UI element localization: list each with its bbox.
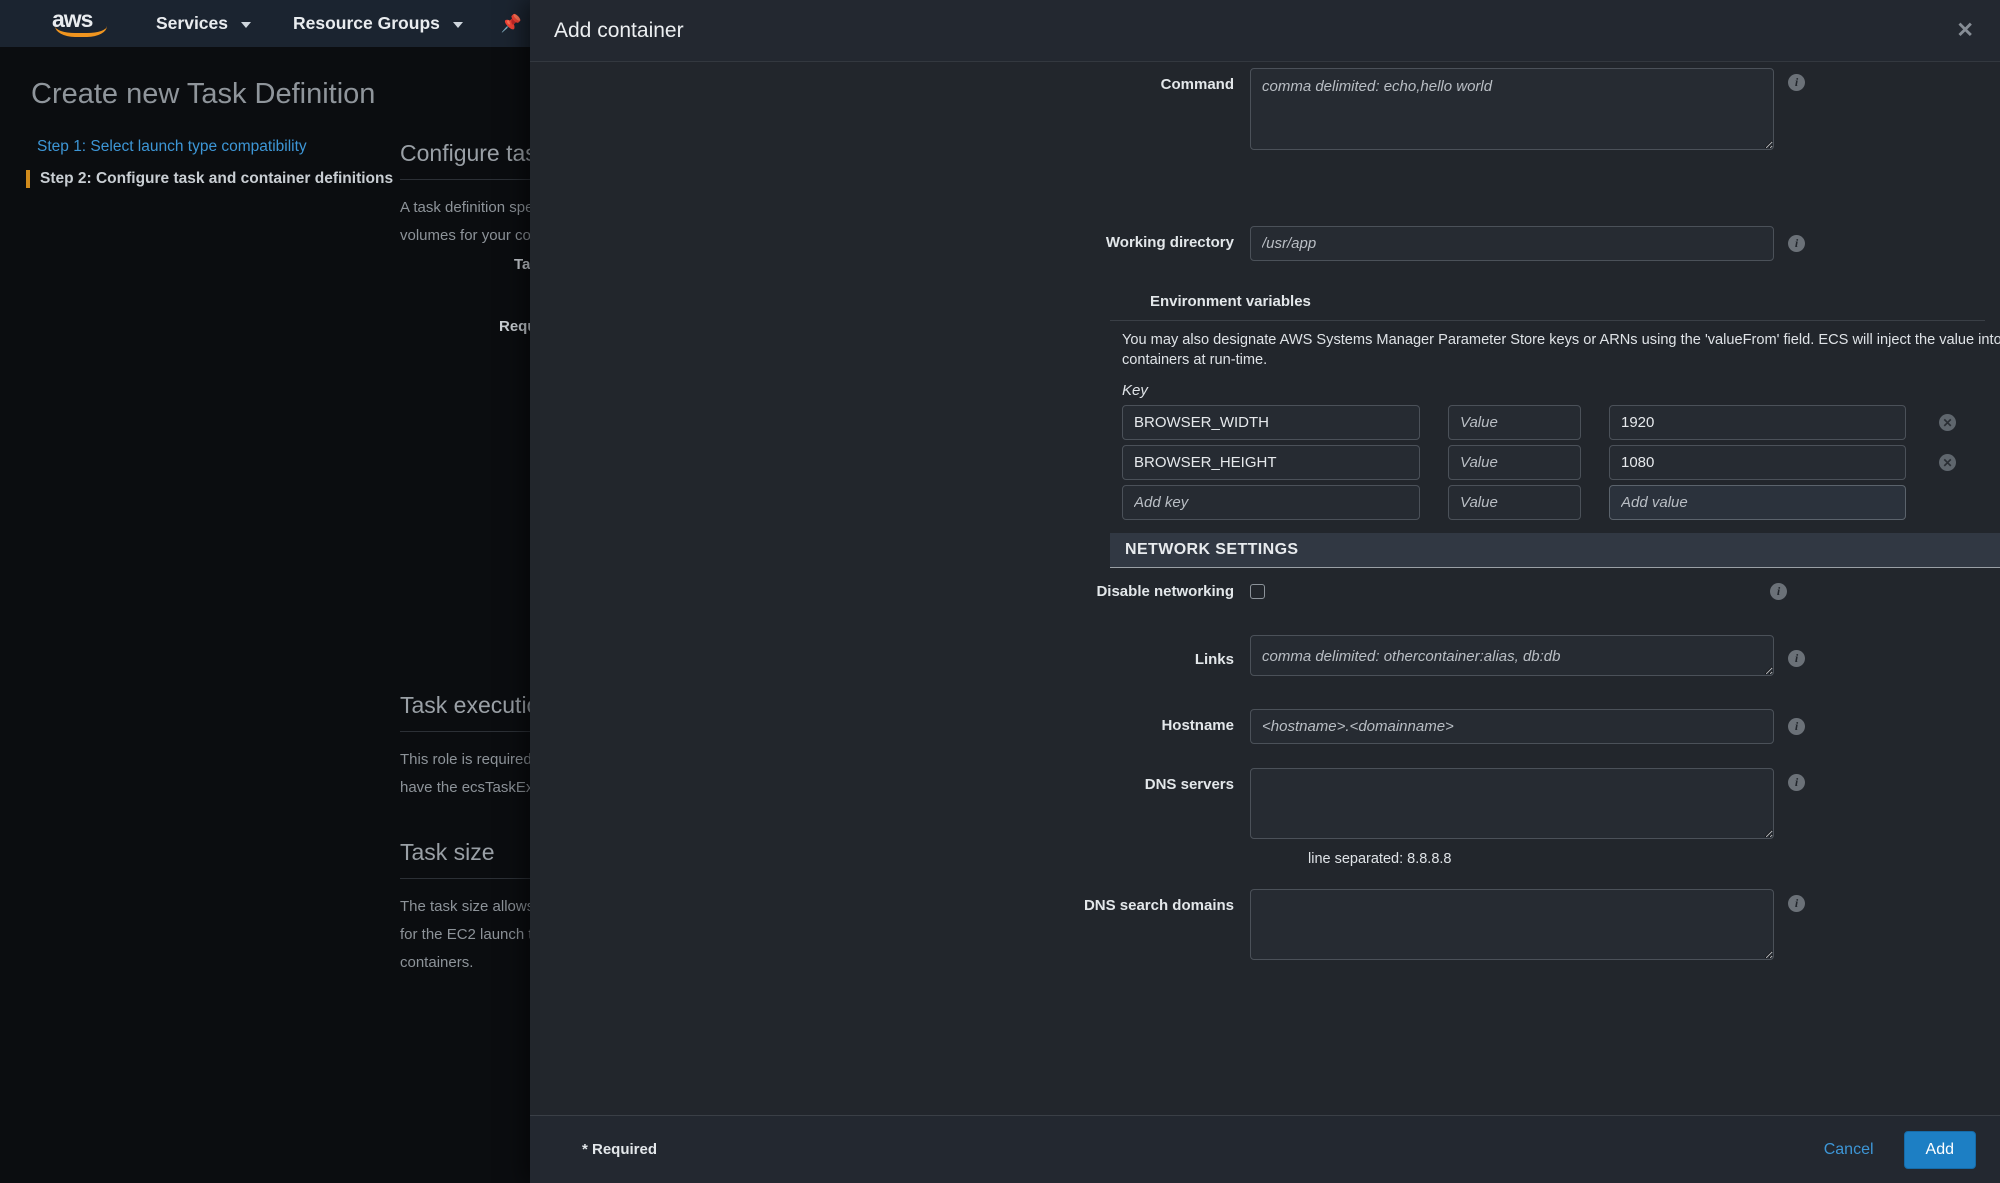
env-key-input[interactable]	[1122, 445, 1420, 480]
info-icon[interactable]: i	[1788, 74, 1805, 91]
field-row-disable-networking: Disable networking i	[530, 583, 2000, 600]
env-source-select[interactable]	[1448, 445, 1581, 480]
working-directory-label: Working directory	[1105, 234, 1234, 251]
nav-item-services[interactable]: Services	[156, 13, 252, 34]
env-var-row: ✕	[1122, 405, 1956, 440]
remove-icon[interactable]: ✕	[1939, 454, 1956, 471]
info-icon[interactable]: i	[1788, 718, 1805, 735]
dns-search-domains-textarea[interactable]	[1250, 889, 1774, 960]
section-header-network-settings-label: NETWORK SETTINGS	[1125, 541, 1299, 558]
divider	[1110, 320, 1985, 321]
dns-search-domains-label: DNS search domains	[1083, 897, 1234, 914]
hostname-input[interactable]	[1250, 709, 1774, 744]
wizard-step-2[interactable]: Step 2: Configure task and container def…	[26, 170, 393, 188]
env-value-input[interactable]	[1609, 405, 1906, 440]
environment-variables-key-header: Key	[1122, 382, 1148, 399]
disable-networking-checkbox[interactable]	[1250, 584, 1265, 599]
field-row-dns-servers: DNS servers i	[530, 768, 2000, 839]
field-row-dns-search-domains: DNS search domains i	[530, 889, 2000, 960]
env-source-select[interactable]	[1448, 405, 1581, 440]
working-directory-input[interactable]	[1250, 226, 1774, 261]
info-icon[interactable]: i	[1788, 895, 1805, 912]
env-value-input-new[interactable]	[1609, 485, 1906, 520]
add-button[interactable]: Add	[1903, 1130, 1976, 1169]
dns-servers-hint: line separated: 8.8.8.8	[1308, 851, 1452, 867]
aws-logo-smile-icon	[55, 26, 107, 37]
modal-body: Command i Working directory i Environmen…	[530, 62, 2000, 1115]
info-icon[interactable]: i	[1788, 235, 1805, 252]
info-icon[interactable]: i	[1770, 583, 1787, 600]
modal-header: Add container ✕	[530, 0, 2000, 62]
field-row-command: Command i	[530, 68, 2000, 150]
add-container-modal: Add container ✕ Command i Working direct…	[530, 0, 2000, 1183]
cancel-button[interactable]: Cancel	[1818, 1140, 1880, 1160]
chevron-down-icon	[241, 21, 252, 28]
remove-icon[interactable]: ✕	[1939, 414, 1956, 431]
field-row-links: Links i	[530, 635, 2000, 676]
dns-servers-textarea[interactable]	[1250, 768, 1774, 839]
aws-logo[interactable]: aws	[52, 7, 114, 39]
chevron-down-icon	[452, 21, 463, 28]
links-label: Links	[1194, 651, 1234, 668]
wizard-step-1[interactable]: Step 1: Select launch type compatibility	[37, 138, 307, 156]
links-textarea[interactable]	[1250, 635, 1774, 676]
env-key-input-new[interactable]	[1122, 485, 1420, 520]
nav-item-resource-groups[interactable]: Resource Groups	[293, 13, 463, 34]
modal-title: Add container	[554, 18, 684, 42]
pin-icon[interactable]: 📌	[501, 14, 522, 34]
nav-item-services-label: Services	[156, 13, 229, 33]
modal-footer-actions: Cancel Add	[1818, 1130, 1976, 1169]
env-source-select-new[interactable]	[1448, 485, 1581, 520]
disable-networking-label: Disable networking	[1096, 583, 1234, 600]
hostname-label: Hostname	[1161, 717, 1234, 734]
command-textarea[interactable]	[1250, 68, 1774, 150]
command-label: Command	[1160, 76, 1234, 93]
page-title: Create new Task Definition	[31, 78, 376, 110]
env-value-input[interactable]	[1609, 445, 1906, 480]
field-row-working-directory: Working directory i	[530, 226, 2000, 261]
nav-item-resource-groups-label: Resource Groups	[293, 13, 440, 33]
env-var-row-new	[1122, 485, 1906, 520]
required-note: * Required	[582, 1141, 658, 1158]
section-header-network-settings: NETWORK SETTINGS	[1110, 533, 2000, 568]
env-var-row: ✕	[1122, 445, 1956, 480]
environment-variables-help-text: You may also designate AWS Systems Manag…	[1122, 332, 2000, 368]
close-icon[interactable]: ✕	[1956, 20, 1974, 41]
modal-footer: * Required Cancel Add	[530, 1115, 2000, 1183]
field-row-hostname: Hostname i	[530, 709, 2000, 744]
bg-field-label-task: Ta	[514, 256, 531, 273]
dns-servers-label: DNS servers	[1144, 776, 1234, 793]
info-icon[interactable]: i	[1788, 774, 1805, 791]
env-key-input[interactable]	[1122, 405, 1420, 440]
environment-variables-heading: Environment variables	[1150, 293, 1311, 310]
info-icon[interactable]: i	[1788, 650, 1805, 667]
